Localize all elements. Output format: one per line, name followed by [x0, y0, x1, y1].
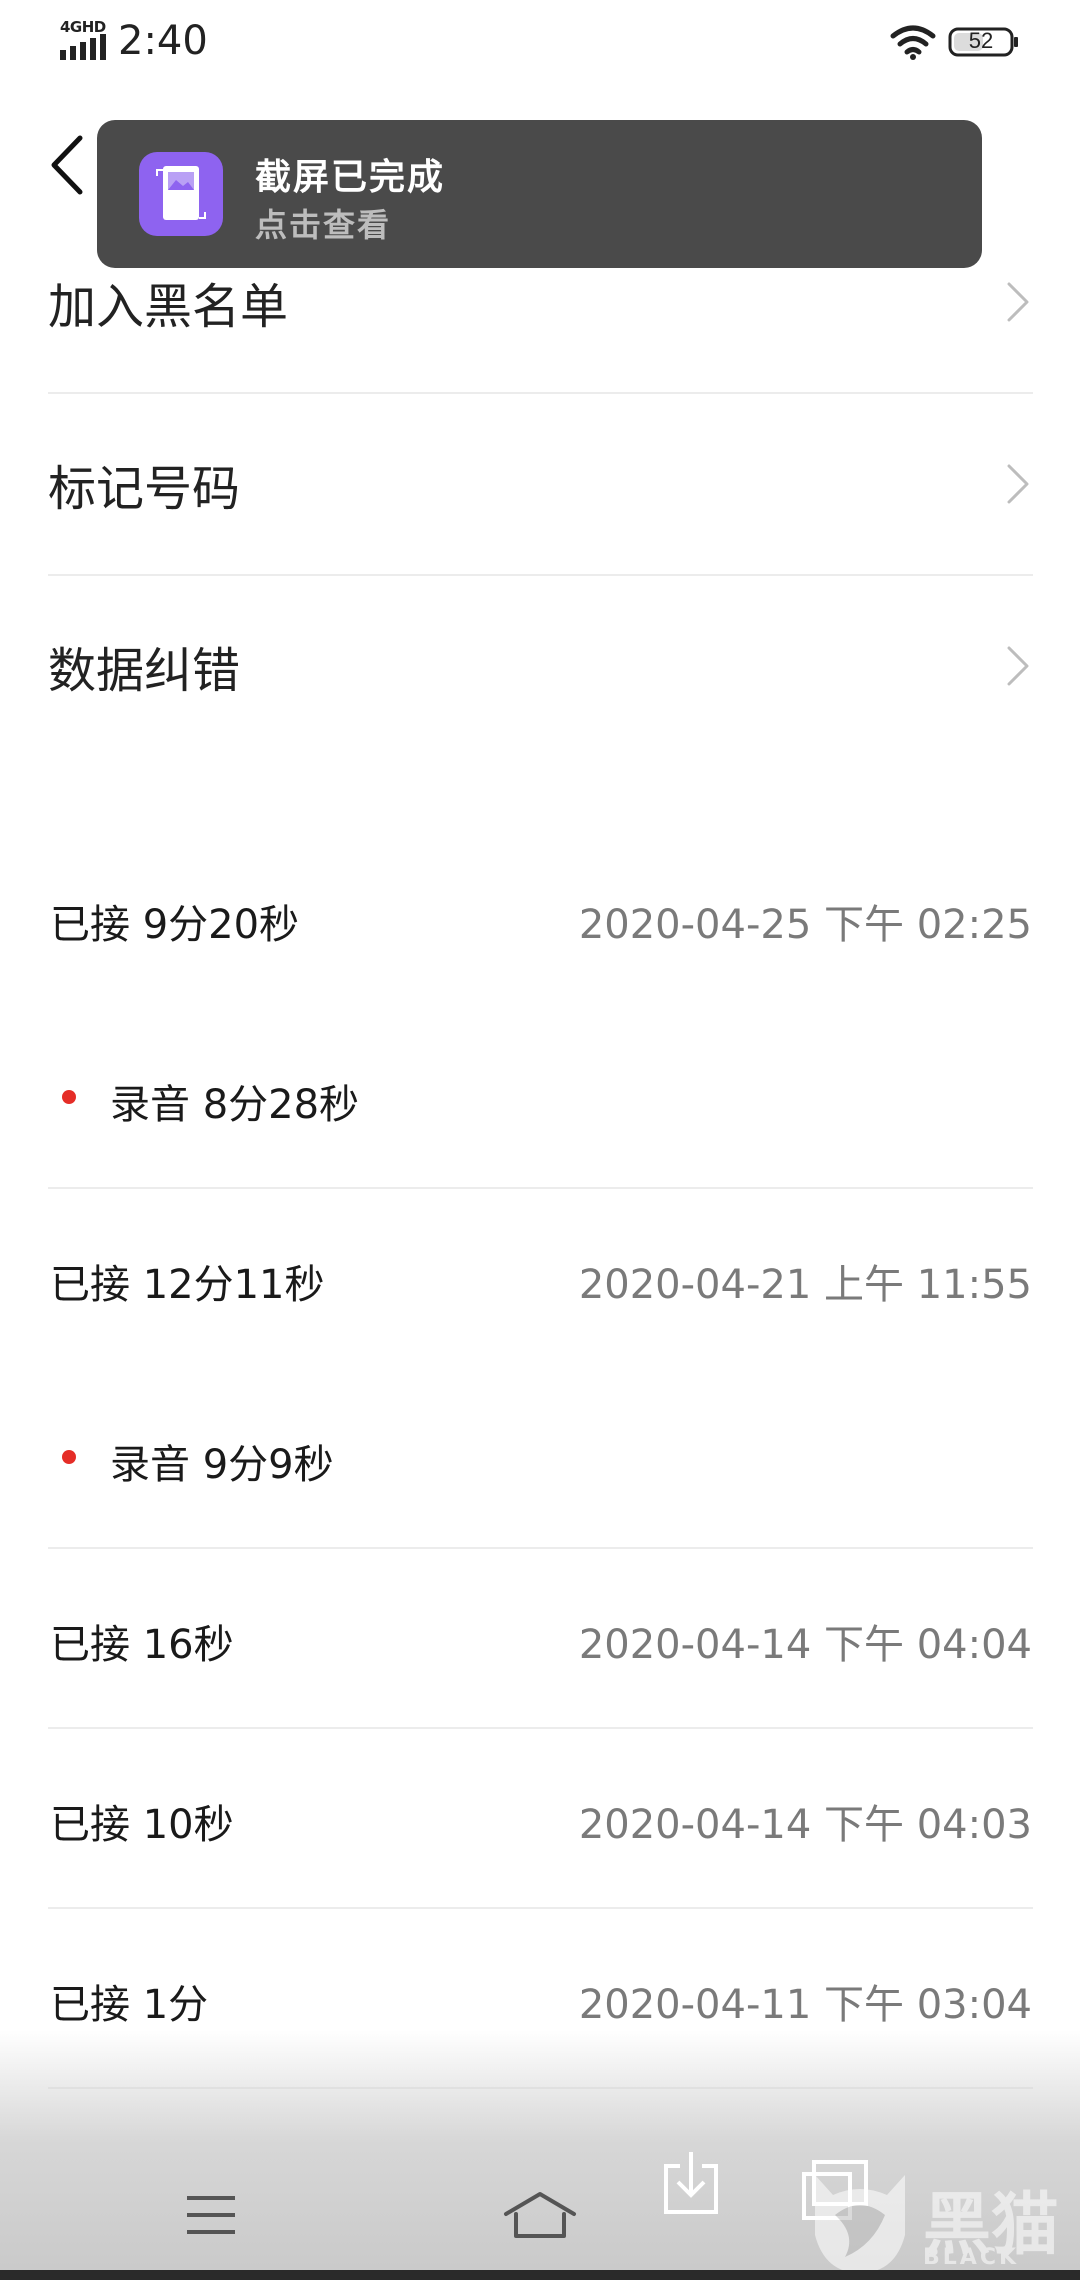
menu-item-label: 加入黑名单	[48, 279, 289, 335]
status-bar: 4GHD 2:40 52	[0, 0, 1080, 90]
clock: 2:40	[118, 18, 208, 64]
divider	[48, 1547, 1033, 1549]
recording-duration: 录音 9分9秒	[110, 1442, 334, 1488]
call-status: 已接 10秒	[50, 1802, 234, 1848]
call-record-row[interactable]: 已接 1分 2020-04-11 下午 03:04	[50, 1972, 1032, 2032]
back-button[interactable]	[40, 130, 100, 200]
menu-item-label: 数据纠错	[48, 643, 241, 699]
download-icon[interactable]	[662, 2150, 720, 2216]
call-status: 已接 12分11秒	[50, 1262, 325, 1308]
call-record-row[interactable]: 已接 12分11秒 2020-04-21 上午 11:55	[50, 1252, 1032, 1312]
home-icon[interactable]	[502, 2190, 578, 2242]
divider	[48, 1727, 1033, 1729]
battery-indicator: 52	[948, 26, 1020, 58]
chevron-left-icon	[51, 135, 83, 195]
system-gesture-bar	[0, 2270, 1080, 2280]
toast-title: 截屏已完成	[255, 157, 446, 198]
call-time: 2020-04-21 上午 11:55	[578, 1262, 1032, 1308]
recording-dot-icon	[62, 1450, 76, 1464]
menu-item-blacklist[interactable]: 加入黑名单	[48, 212, 1033, 392]
call-record-row[interactable]: 已接 10秒 2020-04-14 下午 04:03	[50, 1792, 1032, 1852]
call-status: 已接 9分20秒	[50, 902, 300, 948]
chevron-right-icon	[1007, 646, 1029, 686]
divider	[48, 1907, 1033, 1909]
signal-icon	[60, 34, 106, 60]
call-time: 2020-04-11 下午 03:04	[578, 1982, 1032, 2028]
chevron-right-icon	[1007, 282, 1029, 322]
hamburger-icon[interactable]	[183, 2192, 239, 2238]
call-status: 已接 16秒	[50, 1622, 234, 1668]
call-time: 2020-04-14 下午 04:03	[578, 1802, 1032, 1848]
black-cat-logo-icon	[815, 2175, 905, 2273]
recording-item[interactable]: 录音 8分28秒	[62, 1072, 862, 1132]
divider	[48, 1187, 1033, 1189]
call-time: 2020-04-14 下午 04:04	[578, 1622, 1032, 1668]
chevron-right-icon	[1007, 464, 1029, 504]
recording-item[interactable]: 录音 9分9秒	[62, 1432, 862, 1492]
menu-item-mark-number[interactable]: 标记号码	[48, 394, 1033, 574]
menu-item-label: 标记号码	[48, 461, 241, 517]
call-time: 2020-04-25 下午 02:25	[578, 902, 1032, 948]
wifi-icon	[890, 25, 936, 60]
battery-level: 52	[968, 28, 994, 53]
recording-dot-icon	[62, 1090, 76, 1104]
menu-item-data-correction[interactable]: 数据纠错	[48, 576, 1033, 756]
recording-duration: 录音 8分28秒	[110, 1082, 360, 1128]
black-cat-watermark: 黑猫 BLACK CAT	[805, 2165, 1075, 2295]
call-record-row[interactable]: 已接 9分20秒 2020-04-25 下午 02:25	[50, 892, 1032, 952]
call-status: 已接 1分	[50, 1982, 209, 2028]
call-record-row[interactable]: 已接 16秒 2020-04-14 下午 04:04	[50, 1612, 1032, 1672]
